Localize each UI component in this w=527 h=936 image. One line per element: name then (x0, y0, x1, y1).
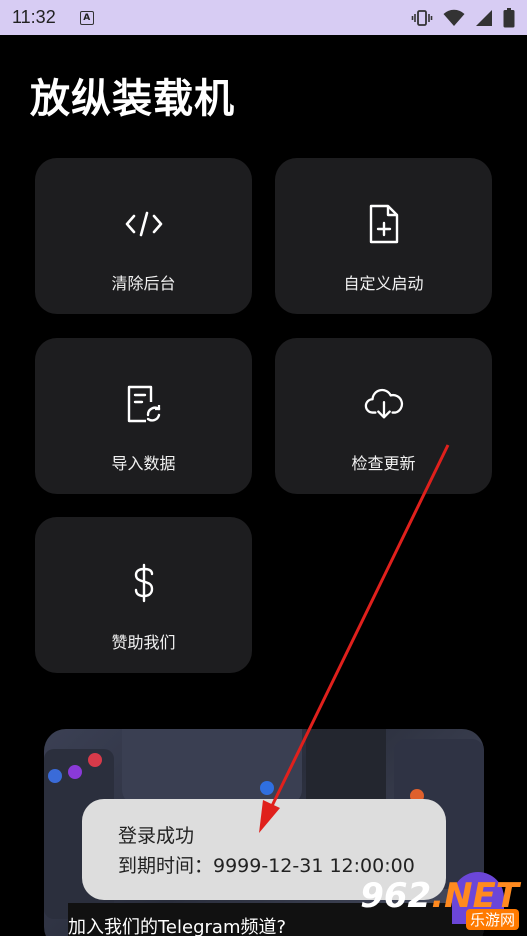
status-time: 11:32 (12, 7, 56, 27)
custom-launch-button[interactable]: 自定义启动 (275, 158, 492, 314)
toast-title: 登录成功 (118, 825, 195, 847)
vibrate-icon (411, 9, 433, 27)
banner-dot (68, 765, 82, 779)
signal-icon (475, 9, 493, 27)
cloud-download-icon (364, 384, 404, 424)
watermark-logo: 962.NET 乐游网 (360, 879, 519, 930)
banner-dot (260, 781, 274, 795)
tile-label: 赞助我们 (111, 633, 176, 652)
banner-illustration (122, 729, 302, 804)
battery-icon (503, 7, 515, 28)
status-icons (411, 7, 515, 28)
page-title: 放纵装载机 (30, 76, 235, 122)
code-icon (124, 204, 164, 244)
status-bar: 11:32 A (0, 0, 527, 35)
tile-label: 清除后台 (111, 274, 176, 293)
banner-dot (88, 753, 102, 767)
clear-background-button[interactable]: 清除后台 (35, 158, 252, 314)
file-sync-icon (124, 384, 164, 424)
tile-label: 自定义启动 (343, 274, 424, 293)
tile-label: 导入数据 (111, 454, 176, 473)
notification-a-icon: A (79, 10, 94, 25)
wifi-icon (443, 9, 465, 27)
tile-label: 检查更新 (351, 454, 416, 473)
import-data-button[interactable]: 导入数据 (35, 338, 252, 494)
dollar-icon (124, 563, 164, 603)
file-plus-icon (364, 204, 404, 244)
check-update-button[interactable]: 检查更新 (275, 338, 492, 494)
sponsor-us-button[interactable]: 赞助我们 (35, 517, 252, 673)
watermark-brand: 962.NET (360, 876, 519, 916)
banner-dot (48, 769, 62, 783)
watermark-sub: 乐游网 (465, 909, 519, 930)
